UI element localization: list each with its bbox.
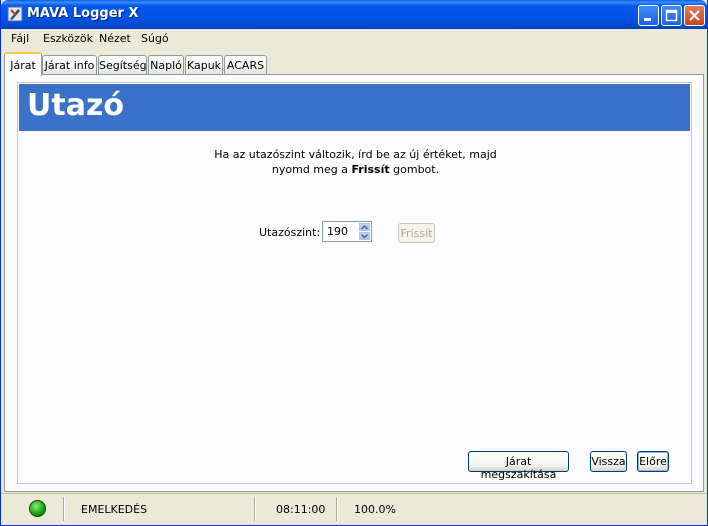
flight-phase: EMELKEDÉS bbox=[81, 503, 148, 516]
refresh-button[interactable]: Frissít bbox=[398, 223, 435, 243]
close-icon bbox=[689, 10, 700, 21]
abort-flight-button[interactable]: Járat megszakítása bbox=[468, 451, 569, 481]
maximize-button[interactable] bbox=[661, 5, 682, 26]
minimize-icon bbox=[644, 18, 651, 21]
chevron-up-icon bbox=[360, 224, 369, 230]
back-button[interactable]: Vissza bbox=[590, 451, 627, 472]
window-title: MAVA Logger X bbox=[27, 6, 139, 21]
instruction-text: Ha az utazószint változik, írd be az új … bbox=[18, 147, 693, 177]
spin-up-button[interactable] bbox=[359, 223, 370, 231]
menu-file[interactable]: Fájl bbox=[11, 32, 29, 45]
menu-help[interactable]: Súgó bbox=[141, 32, 169, 45]
app-logo-icon bbox=[7, 6, 23, 22]
tab-strip: Járat Járat info Segítség Napló Kapuk AC… bbox=[1, 52, 707, 76]
instruction-line-2: nyomd meg a Frissít gombot. bbox=[271, 163, 440, 176]
menu-tools[interactable]: Eszközök bbox=[43, 32, 93, 45]
instruction-bold-word: Frissít bbox=[351, 163, 390, 176]
spinner-buttons bbox=[359, 223, 370, 240]
title-bar[interactable]: MAVA Logger X bbox=[1, 0, 707, 29]
instruction-line-1: Ha az utazószint változik, írd be az új … bbox=[214, 148, 497, 161]
page-header: Utazó bbox=[19, 84, 690, 131]
status-separator bbox=[63, 497, 65, 521]
tab-acars[interactable]: ACARS bbox=[224, 55, 267, 75]
close-button[interactable] bbox=[684, 5, 705, 26]
tab-flight[interactable]: Járat bbox=[4, 52, 42, 76]
cruise-level-label: Utazószint: bbox=[259, 226, 321, 239]
spin-down-button[interactable] bbox=[359, 232, 370, 240]
connection-status-led-icon bbox=[29, 500, 46, 517]
chevron-down-icon bbox=[360, 233, 369, 239]
menu-view[interactable]: Nézet bbox=[99, 32, 131, 45]
tab-gates[interactable]: Kapuk bbox=[185, 55, 223, 75]
status-separator bbox=[254, 497, 256, 521]
status-time: 08:11:00 bbox=[276, 503, 326, 516]
page-title: Utazó bbox=[27, 88, 125, 123]
status-bar: EMELKEDÉS 08:11:00 100.0% bbox=[1, 493, 707, 525]
tab-log[interactable]: Napló bbox=[148, 55, 184, 75]
tab-help[interactable]: Segítség bbox=[98, 55, 147, 75]
status-separator bbox=[336, 497, 338, 521]
cruise-level-spinner[interactable]: 190 bbox=[322, 221, 372, 242]
app-window: MAVA Logger X Fájl Eszközök Nézet Súgó J… bbox=[0, 0, 708, 526]
cruise-level-value[interactable]: 190 bbox=[327, 225, 348, 238]
status-percent: 100.0% bbox=[354, 503, 396, 516]
cruise-panel: Utazó Ha az utazószint változik, írd be … bbox=[17, 82, 692, 484]
maximize-icon bbox=[665, 9, 678, 22]
next-button[interactable]: Előre bbox=[637, 451, 669, 472]
tab-flight-info[interactable]: Járat info bbox=[42, 55, 97, 75]
menu-bar: Fájl Eszközök Nézet Súgó bbox=[1, 29, 707, 49]
minimize-button[interactable] bbox=[638, 5, 659, 26]
